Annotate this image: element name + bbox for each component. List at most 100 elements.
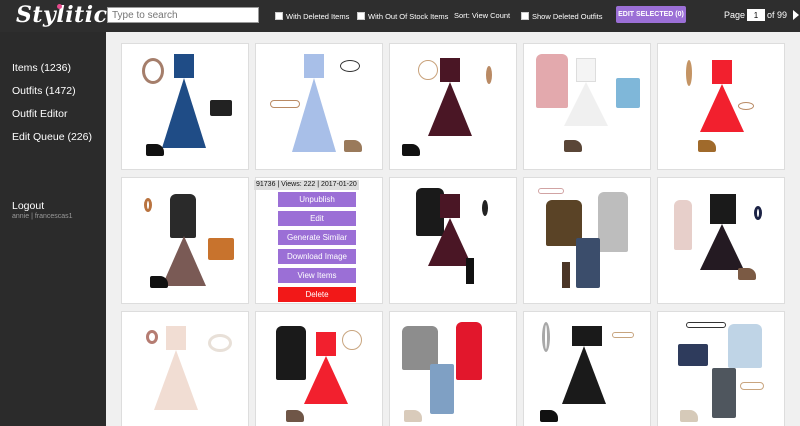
checkbox-icon[interactable] <box>521 12 529 20</box>
skirt-icon <box>162 236 206 286</box>
download-image-button[interactable]: Download Image <box>278 249 356 264</box>
user-account: annie | francescas1 <box>12 213 73 220</box>
earrings-icon <box>542 322 550 352</box>
unpublish-button[interactable]: Unpublish <box>278 192 356 207</box>
boots-icon <box>562 262 570 288</box>
outfit-grid: 91736 | Views: 222 | 2017-01-20 Unpublis… <box>106 32 800 426</box>
dress-icon <box>162 78 206 148</box>
necklace-icon <box>342 330 362 350</box>
edit-selected-button[interactable]: EDIT SELECTED (0) <box>616 6 686 23</box>
outfit-info: 91736 | Views: 222 | 2017-01-20 <box>254 180 359 190</box>
outfit-card[interactable] <box>389 43 517 170</box>
outfit-card[interactable] <box>121 311 249 426</box>
dress-top <box>304 54 324 78</box>
outfit-card[interactable] <box>657 43 785 170</box>
outfit-card[interactable] <box>255 311 383 426</box>
dress-top <box>576 58 596 82</box>
dress-icon <box>564 82 608 126</box>
outfit-card[interactable] <box>657 177 785 304</box>
outfit-card[interactable] <box>523 311 651 426</box>
outfit-card[interactable] <box>389 311 517 426</box>
checkbox-icon[interactable] <box>275 12 283 20</box>
earrings-icon <box>486 66 492 84</box>
boots-icon <box>466 258 474 284</box>
sidebar-item-edit-queue[interactable]: Edit Queue (226) <box>12 131 92 143</box>
top-bar: Stylitics With Deleted Items With Out Of… <box>0 0 800 32</box>
with-deleted-items-checkbox[interactable]: With Deleted Items <box>275 9 349 23</box>
bracelet-icon <box>740 382 764 390</box>
outfit-card[interactable] <box>657 311 785 426</box>
earrings-icon <box>686 60 692 86</box>
dress-icon <box>304 356 348 404</box>
view-items-button[interactable]: View Items <box>278 268 356 283</box>
dress-top <box>712 60 732 84</box>
sneakers-icon <box>680 410 698 422</box>
sandals-icon <box>344 140 362 152</box>
vest-icon <box>456 322 482 380</box>
dress-top <box>174 54 194 78</box>
sneakers-icon <box>404 410 422 422</box>
booties-icon <box>286 410 304 422</box>
generate-similar-button[interactable]: Generate Similar <box>278 230 356 245</box>
delete-button[interactable]: Delete <box>278 287 356 302</box>
search-input[interactable] <box>107 7 259 23</box>
edit-button[interactable]: Edit <box>278 211 356 226</box>
dress-icon <box>700 224 744 270</box>
skirt-waist <box>572 326 602 346</box>
sidebar: Items (1236) Outfits (1472) Outfit Edito… <box>0 32 106 426</box>
choker-icon <box>538 188 564 194</box>
boots-icon <box>564 140 582 152</box>
earrings-icon <box>144 198 152 212</box>
sweater-icon <box>728 324 762 368</box>
page-total: of 99 <box>767 10 788 20</box>
outfit-card[interactable] <box>121 43 249 170</box>
with-out-of-stock-label: With Out Of Stock Items <box>368 11 449 21</box>
pagination: Page of 99 <box>724 9 800 21</box>
bag-icon <box>678 344 708 366</box>
jeans-icon <box>576 238 600 288</box>
logo-dot-icon <box>57 4 62 9</box>
logout-link[interactable]: Logout <box>12 200 44 212</box>
sidebar-item-items[interactable]: Items (1236) <box>12 62 71 74</box>
dress-icon <box>428 82 472 136</box>
bracelet-icon <box>738 102 754 110</box>
earrings-icon <box>754 206 762 220</box>
heels-icon <box>540 410 558 422</box>
outfit-card[interactable] <box>523 177 651 304</box>
outfit-card[interactable] <box>255 43 383 170</box>
outfit-card[interactable] <box>389 177 517 304</box>
scarf-icon <box>674 200 692 250</box>
app-logo[interactable]: Stylitics <box>16 2 120 28</box>
sidebar-item-outfits[interactable]: Outfits (1472) <box>12 85 76 97</box>
necklace-icon <box>418 60 438 80</box>
outfit-card[interactable] <box>121 177 249 304</box>
crossbody-bag-icon <box>208 238 234 260</box>
dress-top <box>440 194 460 218</box>
with-deleted-items-label: With Deleted Items <box>286 11 350 21</box>
outfit-card[interactable] <box>523 43 651 170</box>
sort-dropdown[interactable]: Sort: View Count <box>454 11 510 20</box>
clutch-icon <box>210 100 232 116</box>
next-page-icon[interactable] <box>793 10 800 20</box>
booties-icon <box>738 268 756 280</box>
cardigan-icon <box>598 192 628 252</box>
choker-icon <box>612 332 634 338</box>
show-deleted-outfits-checkbox[interactable]: Show Deleted Outfits <box>521 9 602 23</box>
jeans-icon <box>430 364 454 414</box>
dress-icon <box>700 84 744 132</box>
choker-icon <box>686 322 726 328</box>
wedges-icon <box>698 140 716 152</box>
patterned-top-icon <box>170 194 196 238</box>
heels-icon <box>146 144 164 156</box>
bracelet-icon <box>270 100 300 108</box>
show-deleted-outfits-label: Show Deleted Outfits <box>532 11 603 21</box>
page-number-input[interactable] <box>747 9 766 21</box>
earrings-icon <box>146 330 158 344</box>
with-out-of-stock-checkbox[interactable]: With Out Of Stock Items <box>357 9 448 23</box>
dress-top <box>710 194 736 224</box>
sidebar-item-outfit-editor[interactable]: Outfit Editor <box>12 108 67 120</box>
jeans-icon <box>712 368 736 418</box>
checkbox-icon[interactable] <box>357 12 365 20</box>
lace-dress-icon <box>154 350 198 410</box>
cardigan-icon <box>276 326 306 380</box>
